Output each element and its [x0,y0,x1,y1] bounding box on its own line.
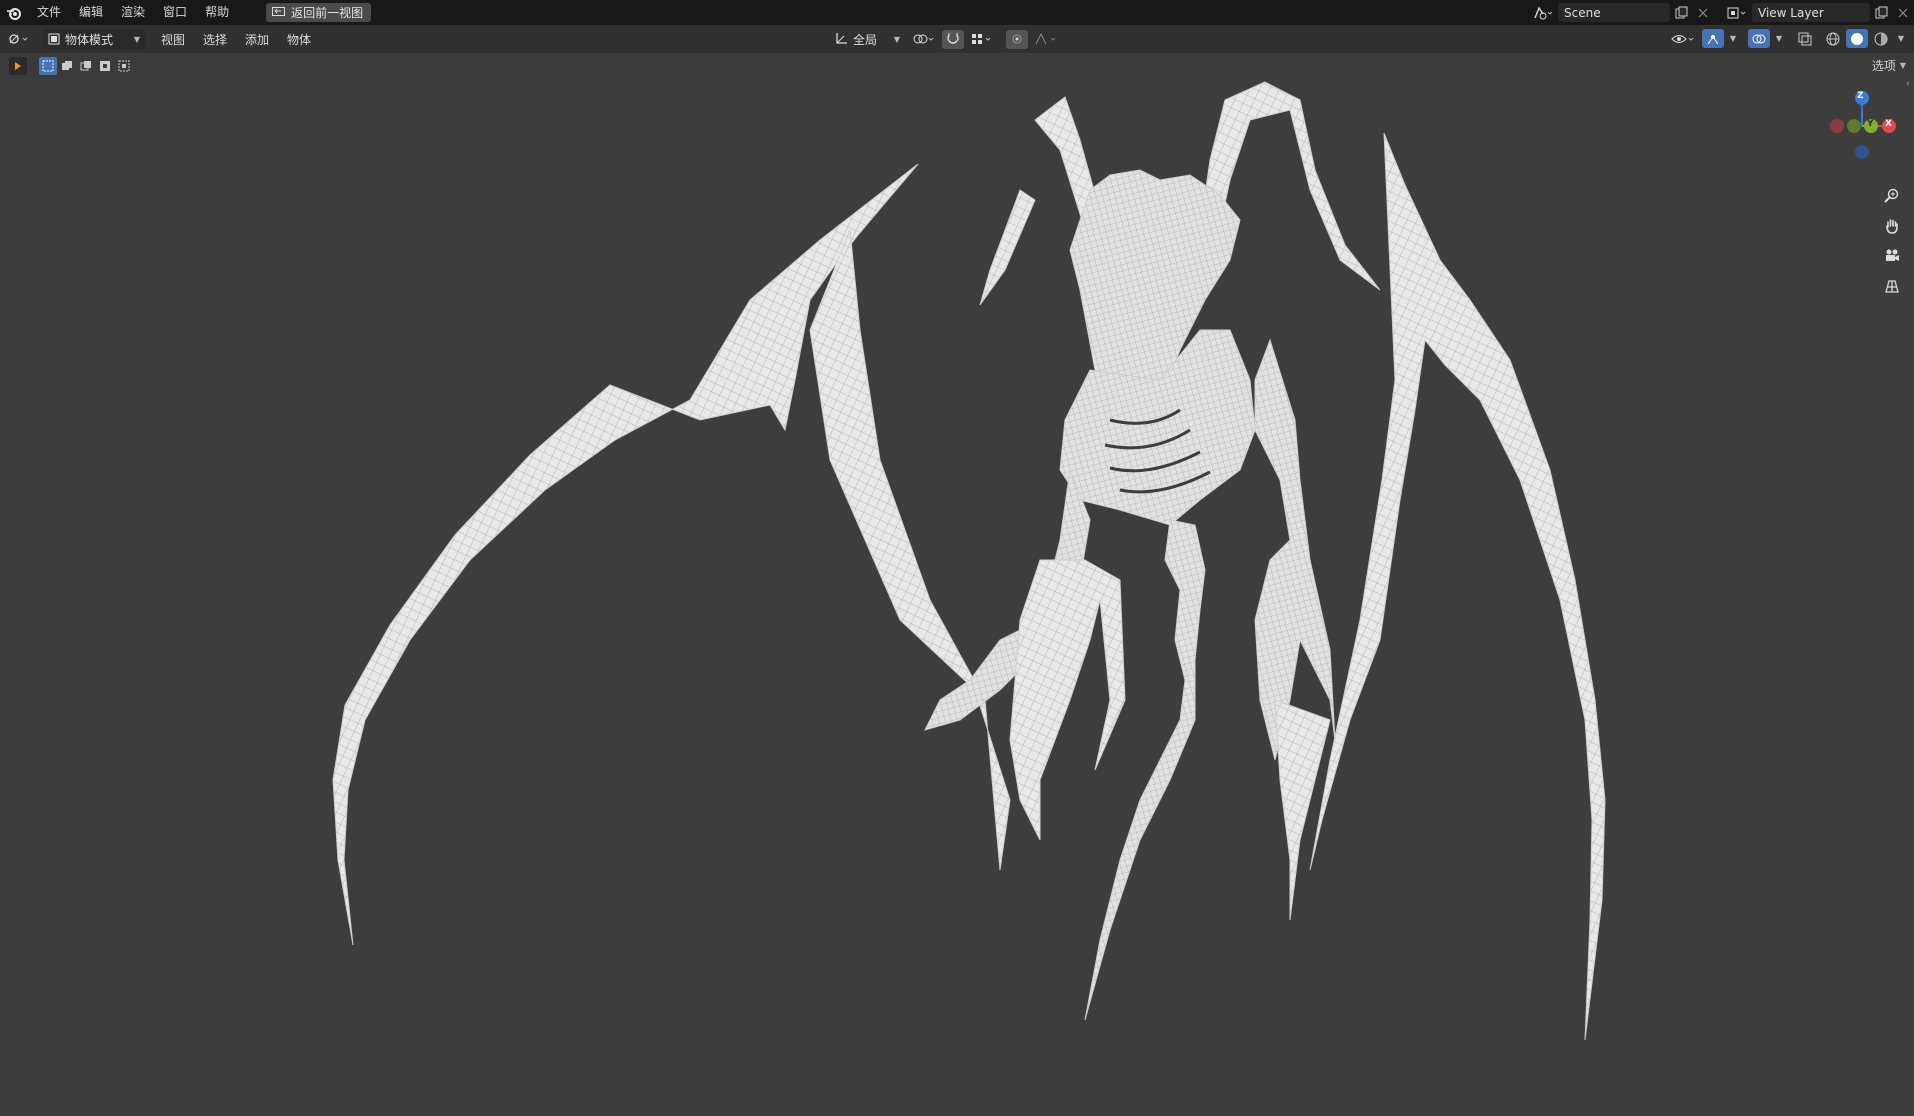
menu-file[interactable]: 文件 [28,0,70,25]
delete-view-layer-icon[interactable] [1892,3,1914,22]
view-layer-selector-icon[interactable] [1722,3,1752,22]
shading-wireframe-icon[interactable] [1822,29,1844,48]
scene-name: Scene [1564,5,1601,20]
transform-orientation-label: 全局 [853,32,878,47]
select-subtract-icon[interactable] [77,57,95,75]
top-menu-bar: 文件 编辑 渲染 窗口 帮助 返回前一视图 Scene View Layer [0,0,1914,25]
tool-settings-header: 选项 ▼ [0,53,1914,79]
menu-select[interactable]: 选择 [194,31,236,48]
menu-render[interactable]: 渲染 [112,0,154,25]
select-new-icon[interactable] [39,57,57,75]
menu-object[interactable]: 物体 [278,31,320,48]
blender-logo-icon[interactable] [0,0,28,25]
snap-icon[interactable] [942,29,964,49]
right-arm-mesh [1254,338,1336,761]
left-wing-bone-mesh [809,229,1011,871]
grid-ortho-icon[interactable] [1878,272,1906,300]
view-layer-name-field[interactable]: View Layer [1752,3,1870,22]
options-dropdown[interactable]: 选项 ▼ [1872,57,1906,74]
delete-scene-icon[interactable] [1692,3,1714,22]
menu-help[interactable]: 帮助 [196,0,238,25]
select-tool-icon[interactable] [9,57,27,75]
select-invert-icon[interactable] [96,57,114,75]
gizmo-y-label: Y [1867,119,1874,129]
visibility-icon[interactable] [1668,29,1700,48]
shading-material-icon[interactable] [1870,29,1892,48]
scene-and-layer-controls: Scene View Layer [1528,0,1914,25]
editor-type-icon[interactable] [4,30,34,49]
menu-view[interactable]: 视图 [152,31,194,48]
back-to-previous-button[interactable]: 返回前一视图 [266,3,372,22]
back-button-label: 返回前一视图 [291,6,364,20]
camera-icon[interactable] [1878,242,1906,270]
overlay-icon[interactable] [1748,29,1770,48]
viewport-right-tools: ▼ ▼ ▼ [1668,29,1908,48]
gizmo-icon[interactable] [1702,29,1724,48]
select-extend-icon[interactable] [58,57,76,75]
scene-selector-icon[interactable] [1528,3,1558,22]
menu-edit[interactable]: 编辑 [70,0,112,25]
navigation-gizmo[interactable]: Z X Y [1822,79,1912,169]
left-leg-mesh [1009,559,1126,841]
hand-pan-icon[interactable] [1878,212,1906,240]
viewport-header: 物体模式 ▼ 视图 选择 添加 物体 全局 ▼ ▼ ▼ ▼ [0,25,1914,53]
menu-window[interactable]: 窗口 [154,0,196,25]
new-scene-icon[interactable] [1670,3,1692,22]
gizmo-z-label: Z [1857,91,1864,101]
pivot-icon[interactable] [910,30,938,49]
snap-target-icon[interactable] [968,30,996,49]
object-mode-dropdown[interactable]: 物体模式 ▼ [42,29,146,49]
falloff-icon[interactable] [1032,30,1062,49]
chevron-down-icon: ▼ [893,34,900,44]
selection-mode-group [39,57,133,75]
zoom-icon[interactable] [1878,182,1906,210]
new-view-layer-icon[interactable] [1870,3,1892,22]
chevron-down-icon: ▼ [1899,61,1906,70]
scene-name-field[interactable]: Scene [1558,3,1670,22]
chevron-down-icon[interactable]: ▼ [1772,29,1786,48]
shading-solid-icon[interactable] [1846,29,1868,48]
view-layer-name: View Layer [1758,5,1824,20]
xray-icon[interactable] [1794,29,1816,48]
dragon-mesh-model [332,81,1606,1041]
3d-viewport[interactable]: Z X Y ‹ [0,79,1914,1116]
select-intersect-icon[interactable] [115,57,133,75]
transform-orientation-icon [836,33,847,44]
chevron-down-icon[interactable]: ▼ [1894,29,1908,48]
options-label: 选项 [1871,59,1896,73]
chevron-down-icon: ▼ [133,34,140,44]
chevron-down-icon[interactable]: ▼ [1726,29,1740,48]
object-mode-icon [48,33,60,45]
gizmo-x-label: X [1885,119,1892,129]
proportional-edit-icon[interactable] [1006,29,1028,49]
object-mode-label: 物体模式 [65,32,114,47]
transform-orientation-dropdown[interactable]: 全局 ▼ [828,29,906,49]
menu-add[interactable]: 添加 [236,31,278,48]
sidebar-toggle-icon[interactable]: ‹ [1906,79,1914,91]
back-view-icon [272,7,286,16]
viewport-center-tools: 全局 ▼ [828,29,1062,49]
